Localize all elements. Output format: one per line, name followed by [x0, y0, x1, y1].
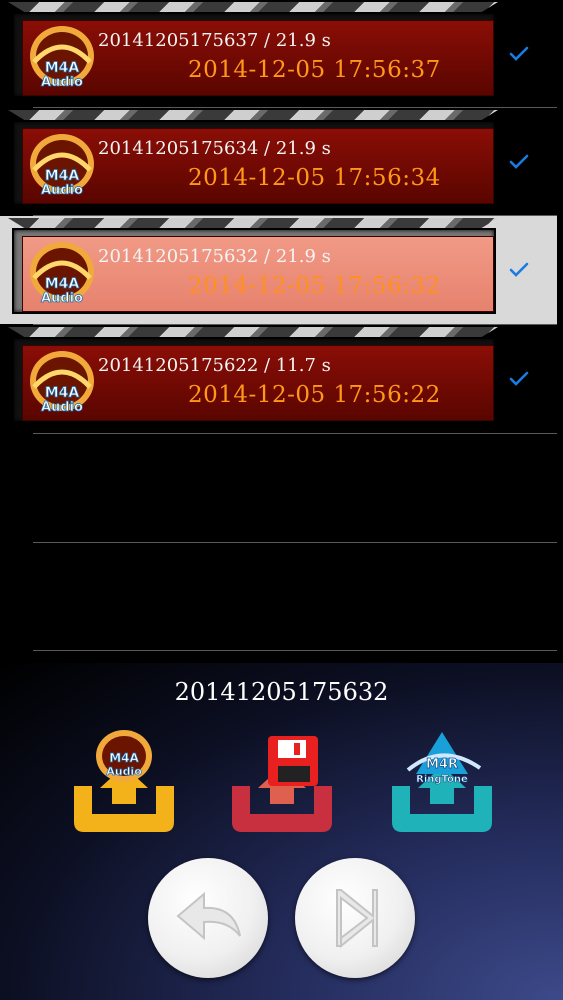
list-item[interactable]: M4A Audio 20141205175622 / 11.7 s 2014-1… — [0, 325, 557, 433]
empty-list-item — [0, 543, 557, 651]
recording-card: M4A Audio 20141205175637 / 21.9 s 2014-1… — [8, 2, 498, 98]
recording-date: 2014-12-05 17:56:34 — [188, 165, 441, 191]
recording-date: 2014-12-05 17:56:32 — [188, 273, 441, 299]
empty-list-item — [0, 434, 557, 542]
list-item[interactable]: M4A Audio 20141205175634 / 21.9 s 2014-1… — [0, 108, 557, 216]
recording-card: M4A Audio 20141205175634 / 21.9 s 2014-1… — [8, 110, 498, 206]
list-divider — [33, 650, 557, 651]
svg-text:RingTone: RingTone — [416, 774, 468, 785]
recording-card: M4A Audio 20141205175622 / 11.7 s 2014-1… — [8, 327, 498, 423]
svg-text:Audio: Audio — [41, 291, 83, 306]
current-recording-name: 20141205175632 — [174, 678, 389, 706]
svg-text:M4A: M4A — [45, 385, 80, 401]
svg-text:Audio: Audio — [41, 75, 83, 90]
m4a-audio-icon: M4A Audio — [30, 242, 94, 306]
list-item-selected[interactable]: M4A Audio 20141205175632 / 21.9 s 2014-1… — [0, 216, 557, 324]
recording-title: 20141205175622 / 11.7 s — [98, 355, 331, 376]
svg-text:Audio: Audio — [41, 183, 83, 198]
recording-card: M4A Audio 20141205175632 / 21.9 s 2014-1… — [8, 218, 498, 314]
m4a-audio-icon: M4A Audio — [30, 26, 94, 90]
m4a-audio-icon: M4A Audio — [30, 134, 94, 198]
recordings-list: M4A Audio 20141205175637 / 21.9 s 2014-1… — [0, 0, 557, 663]
svg-text:M4R: M4R — [426, 757, 458, 772]
back-button[interactable] — [148, 858, 268, 978]
recording-date: 2014-12-05 17:56:37 — [188, 57, 441, 83]
svg-text:M4A: M4A — [109, 751, 139, 765]
svg-text:M4A: M4A — [45, 60, 80, 76]
checkmark-icon[interactable] — [507, 42, 531, 66]
recording-title: 20141205175637 / 21.9 s — [98, 30, 331, 51]
recording-date: 2014-12-05 17:56:22 — [188, 382, 441, 408]
svg-text:M4A: M4A — [45, 168, 80, 184]
export-m4a-button[interactable]: M4A Audio — [70, 722, 178, 834]
floppy-disk-icon — [232, 736, 332, 832]
checkmark-icon[interactable] — [507, 258, 531, 282]
m4r-ringtone-icon: M4R RingTone — [392, 732, 492, 832]
checkmark-icon[interactable] — [507, 150, 531, 174]
save-button[interactable] — [228, 722, 336, 834]
m4a-audio-icon: M4A Audio — [30, 351, 94, 415]
export-m4r-ringtone-button[interactable]: M4R RingTone — [388, 722, 496, 834]
svg-text:M4A: M4A — [45, 276, 80, 292]
back-arrow-icon — [176, 891, 241, 941]
recording-title: 20141205175634 / 21.9 s — [98, 138, 331, 159]
checkmark-icon[interactable] — [507, 367, 531, 391]
svg-text:Audio: Audio — [106, 765, 142, 778]
svg-text:Audio: Audio — [41, 400, 83, 415]
m4a-export-icon: M4A Audio — [74, 730, 174, 832]
skip-next-icon — [336, 889, 378, 949]
recording-title: 20141205175632 / 21.9 s — [98, 246, 331, 267]
list-item[interactable]: M4A Audio 20141205175637 / 21.9 s 2014-1… — [0, 0, 557, 108]
next-button[interactable] — [295, 858, 415, 978]
